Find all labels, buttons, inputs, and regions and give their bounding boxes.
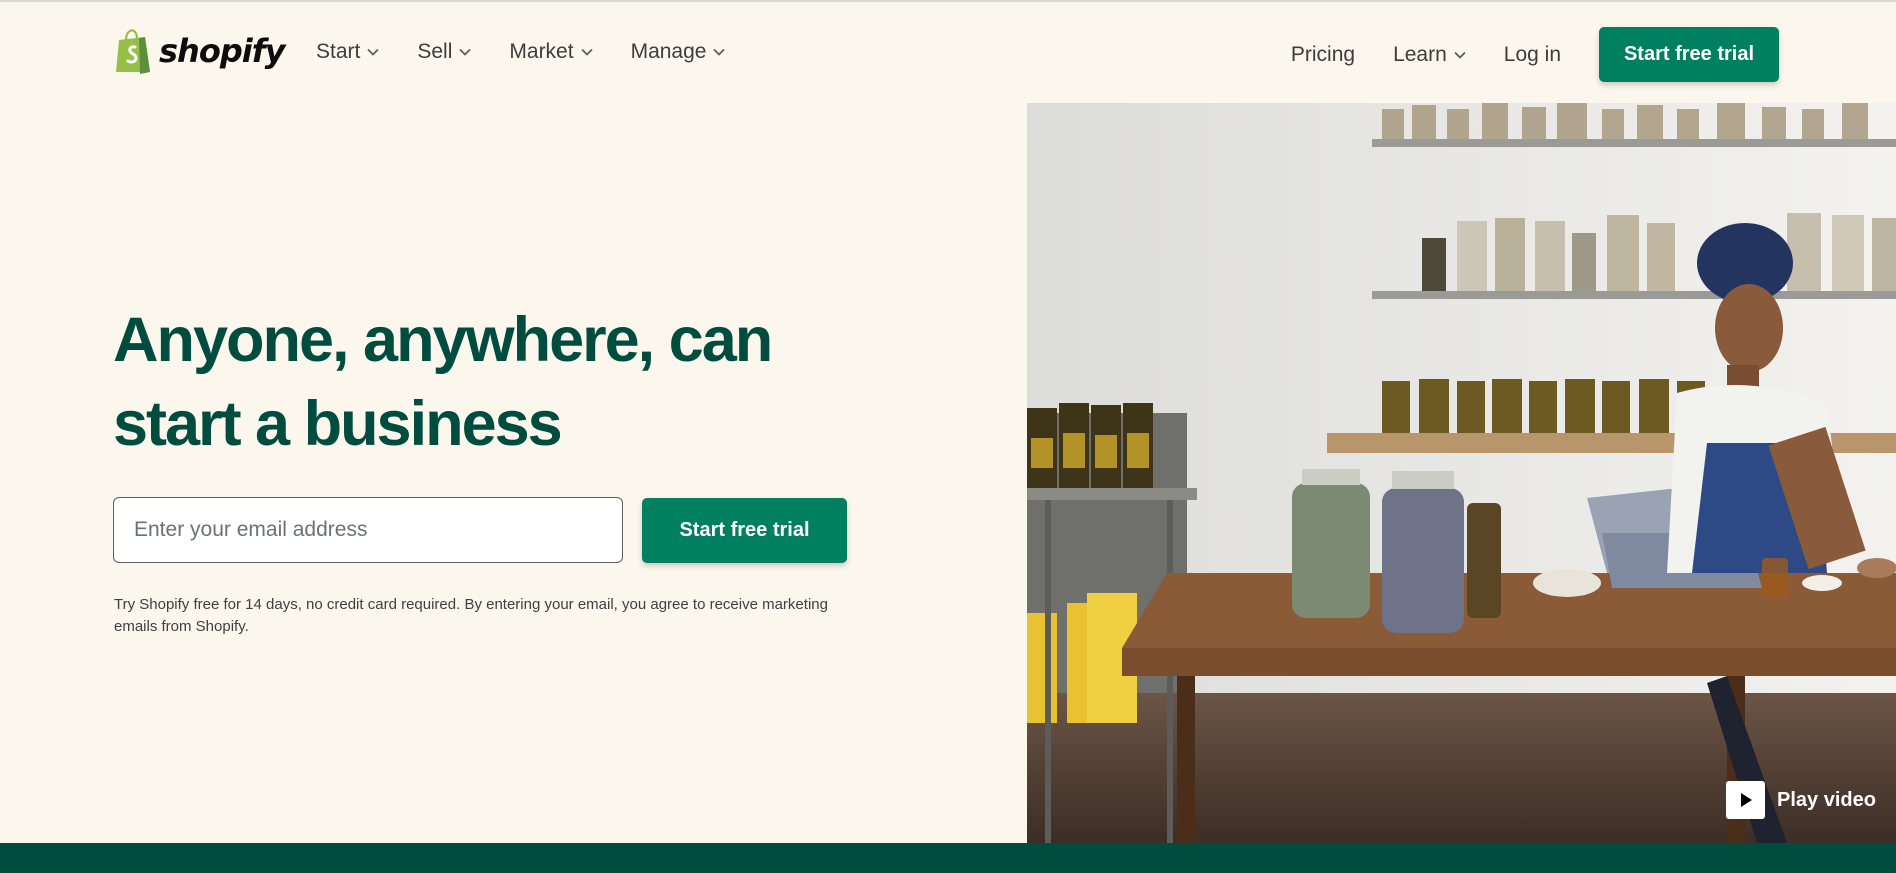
hero-title: Anyone, anywhere, can start a business xyxy=(113,298,813,466)
brand-wordmark: shopify xyxy=(159,32,285,70)
site-header: shopify Start Sell Market Manage Pricing… xyxy=(0,2,1896,102)
hero-photo xyxy=(1027,103,1896,843)
nav-manage-label: Manage xyxy=(630,40,707,63)
header-start-free-trial-button[interactable]: Start free trial xyxy=(1599,27,1779,82)
chevron-down-icon xyxy=(713,48,726,56)
nav-market[interactable]: Market xyxy=(509,40,593,64)
play-video-label: Play video xyxy=(1777,788,1876,811)
nav-pricing-label: Pricing xyxy=(1290,42,1356,66)
secondary-nav: Pricing Learn Log in Start free trial xyxy=(1291,27,1896,82)
shopping-bag-icon xyxy=(116,29,150,74)
workshop-illustration xyxy=(1027,103,1896,843)
nav-start-label: Start xyxy=(316,40,361,63)
bottom-section-band xyxy=(0,843,1896,873)
chevron-down-icon xyxy=(367,48,379,56)
login-link[interactable]: Log in xyxy=(1504,43,1561,67)
nav-pricing[interactable]: Pricing xyxy=(1291,43,1355,67)
trial-disclaimer: Try Shopify free for 14 days, no credit … xyxy=(114,596,828,635)
nav-learn-label: Learn xyxy=(1393,42,1447,66)
chevron-down-icon xyxy=(459,48,472,56)
hero-title-line-2: start a business xyxy=(113,389,563,459)
nav-learn[interactable]: Learn xyxy=(1393,43,1466,67)
primary-nav: Start Sell Market Manage xyxy=(316,40,726,64)
play-icon xyxy=(1726,781,1765,819)
nav-manage[interactable]: Manage xyxy=(631,40,726,64)
nav-sell[interactable]: Sell xyxy=(417,40,472,64)
nav-start[interactable]: Start xyxy=(316,40,379,64)
chevron-down-icon xyxy=(1454,51,1466,59)
login-label: Log in xyxy=(1503,42,1561,66)
hero-title-line-1: Anyone, anywhere, can xyxy=(113,305,773,375)
nav-sell-label: Sell xyxy=(417,40,453,63)
chevron-down-icon xyxy=(580,48,593,56)
play-video-button[interactable]: Play video xyxy=(1726,781,1876,819)
hero-start-free-trial-button[interactable]: Start free trial xyxy=(642,498,847,563)
nav-market-label: Market xyxy=(509,40,574,63)
shopify-logo[interactable]: shopify xyxy=(113,28,285,74)
email-input[interactable] xyxy=(113,497,623,563)
